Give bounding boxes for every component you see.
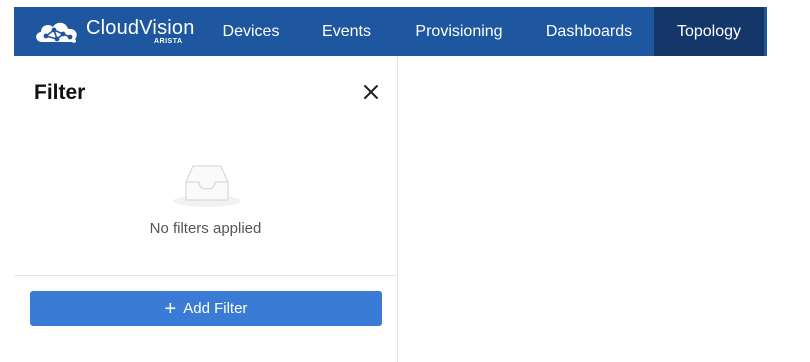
close-icon[interactable] xyxy=(362,83,380,101)
main-nav: Devices Events Provisioning Dashboards T… xyxy=(203,7,764,56)
brand-name: CloudVision xyxy=(86,17,195,39)
top-navigation-bar: CloudVision ARISTA Devices Events Provis… xyxy=(14,7,767,56)
filter-panel-title: Filter xyxy=(34,81,86,104)
empty-inbox-icon xyxy=(173,165,241,207)
nav-item-devices[interactable]: Devices xyxy=(203,7,299,56)
add-filter-label: Add Filter xyxy=(183,300,248,317)
cloud-network-icon xyxy=(36,22,77,43)
brand-subtitle: ARISTA xyxy=(154,38,183,45)
divider xyxy=(14,275,397,276)
empty-state-message: No filters applied xyxy=(149,220,262,237)
brand[interactable]: CloudVision ARISTA xyxy=(14,7,203,56)
nav-item-events[interactable]: Events xyxy=(299,7,394,56)
nav-item-dashboards[interactable]: Dashboards xyxy=(524,7,654,56)
filter-panel: Filter No filters applied + Add Filter xyxy=(14,56,398,362)
plus-icon: + xyxy=(164,297,177,320)
app-window: CloudVision ARISTA Devices Events Provis… xyxy=(0,0,810,362)
nav-item-provisioning[interactable]: Provisioning xyxy=(394,7,524,56)
add-filter-button[interactable]: + Add Filter xyxy=(30,291,382,326)
nav-item-topology[interactable]: Topology xyxy=(654,7,764,56)
